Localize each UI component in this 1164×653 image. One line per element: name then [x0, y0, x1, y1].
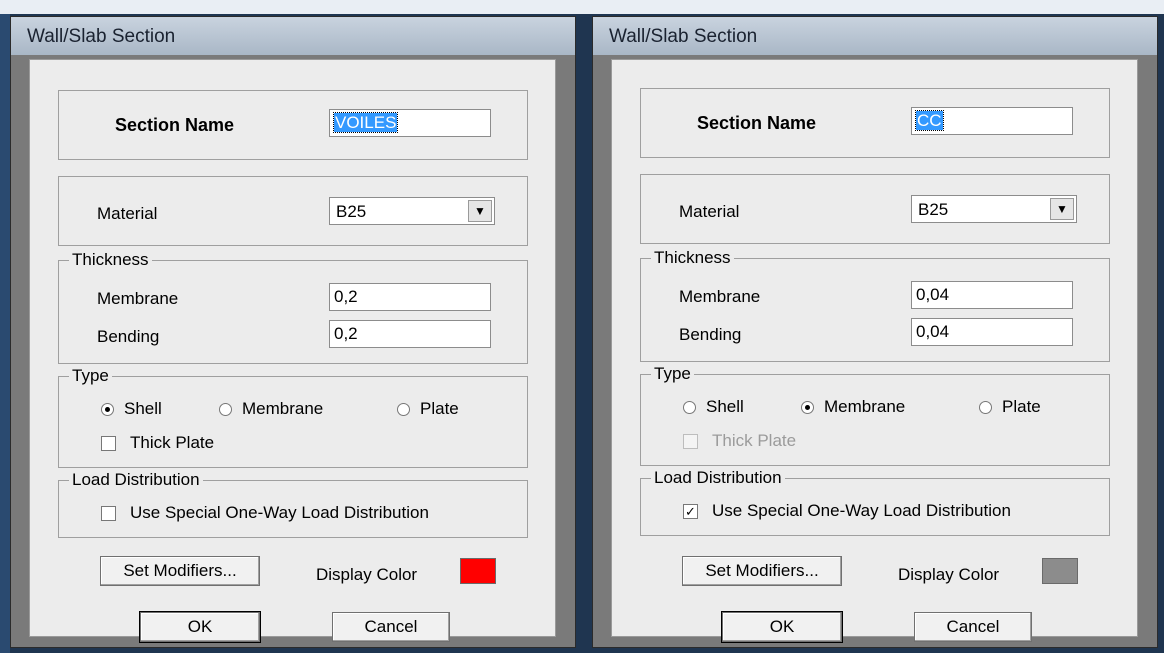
- bending-thickness-input[interactable]: 0,2: [329, 320, 491, 348]
- bending-thickness-value: 0,2: [334, 324, 358, 343]
- type-plate-label: Plate: [420, 399, 459, 418]
- thickness-group: Thickness Membrane 0,04 Bending 0,04: [640, 248, 1110, 362]
- section-name-label: Section Name: [115, 115, 235, 135]
- material-dropdown[interactable]: B25 ▼: [329, 197, 495, 225]
- dialog-title: Wall/Slab Section: [27, 26, 176, 47]
- cancel-button[interactable]: Cancel: [332, 612, 450, 642]
- dialog-title: Wall/Slab Section: [609, 26, 758, 47]
- section-name-panel: Section Name CC: [640, 88, 1110, 158]
- material-value: B25: [336, 202, 367, 221]
- membrane-thickness-input[interactable]: 0,04: [911, 281, 1073, 309]
- thickness-legend: Thickness: [651, 248, 734, 268]
- one-way-load-checkbox[interactable]: Use Special One-Way Load Distribution: [101, 503, 429, 523]
- material-value: B25: [918, 200, 949, 219]
- background-left-band: [0, 14, 10, 653]
- checkbox-unchecked-icon[interactable]: [101, 505, 116, 521]
- display-color-swatch[interactable]: [1042, 558, 1078, 584]
- type-membrane-label: Membrane: [242, 399, 324, 418]
- thickness-group: Thickness Membrane 0,2 Bending 0,2: [58, 250, 528, 364]
- load-distribution-legend: Load Distribution: [69, 470, 203, 490]
- background-top-band: [0, 0, 1164, 14]
- radio-unselected-icon[interactable]: [683, 400, 696, 414]
- thick-plate-checkbox: Thick Plate: [683, 431, 796, 451]
- membrane-label: Membrane: [97, 289, 179, 308]
- one-way-load-label: Use Special One-Way Load Distribution: [712, 501, 1011, 520]
- radio-unselected-icon[interactable]: [979, 400, 992, 414]
- material-label: Material: [97, 204, 158, 223]
- cancel-button[interactable]: Cancel: [914, 612, 1032, 642]
- membrane-label: Membrane: [679, 287, 761, 306]
- type-membrane-radio[interactable]: Membrane: [219, 399, 323, 419]
- load-distribution-group: Load Distribution Use Special One-Way Lo…: [58, 470, 528, 538]
- material-panel: Material B25 ▼: [640, 174, 1110, 244]
- dialog-titlebar[interactable]: Wall/Slab Section: [593, 17, 1157, 55]
- type-plate-label: Plate: [1002, 397, 1041, 416]
- type-shell-label: Shell: [706, 397, 744, 416]
- ok-button[interactable]: OK: [139, 611, 261, 643]
- material-dropdown[interactable]: B25 ▼: [911, 195, 1077, 223]
- set-modifiers-button[interactable]: Set Modifiers...: [682, 556, 842, 586]
- type-group: Type Shell Membrane Plate Thick Plate: [58, 366, 528, 468]
- membrane-thickness-input[interactable]: 0,2: [329, 283, 491, 311]
- material-panel: Material B25 ▼: [58, 176, 528, 246]
- type-shell-label: Shell: [124, 399, 162, 418]
- dialog-client-area: Section Name CC Material B25 ▼ Thickness…: [611, 59, 1138, 643]
- chevron-down-icon[interactable]: ▼: [1050, 198, 1074, 220]
- thickness-legend: Thickness: [69, 250, 152, 270]
- checkmark-icon[interactable]: ✓: [683, 503, 698, 519]
- display-color-label: Display Color: [316, 565, 418, 584]
- type-group: Type Shell Membrane Plate Thick Plate: [640, 364, 1110, 466]
- thick-plate-label: Thick Plate: [712, 431, 797, 450]
- radio-unselected-icon[interactable]: [219, 402, 232, 416]
- membrane-thickness-value: 0,04: [916, 285, 950, 304]
- radio-selected-icon[interactable]: [101, 402, 114, 416]
- load-distribution-group: Load Distribution ✓ Use Special One-Way …: [640, 468, 1110, 536]
- wall-slab-section-dialog-left: Wall/Slab Section Section Name VOILES Ma…: [10, 16, 576, 648]
- type-plate-radio[interactable]: Plate: [979, 397, 1041, 417]
- type-shell-radio[interactable]: Shell: [683, 397, 744, 417]
- wall-slab-section-dialog-right: Wall/Slab Section Section Name CC Materi…: [592, 16, 1158, 648]
- type-plate-radio[interactable]: Plate: [397, 399, 459, 419]
- type-membrane-radio[interactable]: Membrane: [801, 397, 905, 417]
- checkbox-disabled-icon: [683, 433, 698, 449]
- bending-label: Bending: [97, 327, 160, 346]
- set-modifiers-button[interactable]: Set Modifiers...: [100, 556, 260, 586]
- section-name-input[interactable]: CC: [911, 107, 1073, 135]
- section-name-panel: Section Name VOILES: [58, 90, 528, 160]
- type-shell-radio[interactable]: Shell: [101, 399, 162, 419]
- type-legend: Type: [69, 366, 112, 386]
- one-way-load-label: Use Special One-Way Load Distribution: [130, 503, 429, 522]
- section-name-value: VOILES: [332, 112, 399, 133]
- display-color-swatch[interactable]: [460, 558, 496, 584]
- dialog-client-area: Section Name VOILES Material B25 ▼ Thick…: [29, 59, 556, 643]
- chevron-down-icon[interactable]: ▼: [468, 200, 492, 222]
- radio-unselected-icon[interactable]: [397, 402, 410, 416]
- type-membrane-label: Membrane: [824, 397, 906, 416]
- load-distribution-legend: Load Distribution: [651, 468, 785, 488]
- checkbox-unchecked-icon[interactable]: [101, 435, 116, 451]
- ok-button[interactable]: OK: [721, 611, 843, 643]
- thick-plate-checkbox[interactable]: Thick Plate: [101, 433, 214, 453]
- section-name-value: CC: [915, 110, 944, 131]
- bending-label: Bending: [679, 325, 742, 344]
- dialog-titlebar[interactable]: Wall/Slab Section: [11, 17, 575, 55]
- radio-selected-icon[interactable]: [801, 400, 814, 414]
- thick-plate-label: Thick Plate: [130, 433, 215, 452]
- section-name-label: Section Name: [697, 113, 817, 133]
- one-way-load-checkbox[interactable]: ✓ Use Special One-Way Load Distribution: [683, 501, 1011, 521]
- display-color-label: Display Color: [898, 565, 1000, 584]
- membrane-thickness-value: 0,2: [334, 287, 358, 306]
- type-legend: Type: [651, 364, 694, 384]
- material-label: Material: [679, 202, 740, 221]
- bending-thickness-value: 0,04: [916, 322, 950, 341]
- bending-thickness-input[interactable]: 0,04: [911, 318, 1073, 346]
- section-name-input[interactable]: VOILES: [329, 109, 491, 137]
